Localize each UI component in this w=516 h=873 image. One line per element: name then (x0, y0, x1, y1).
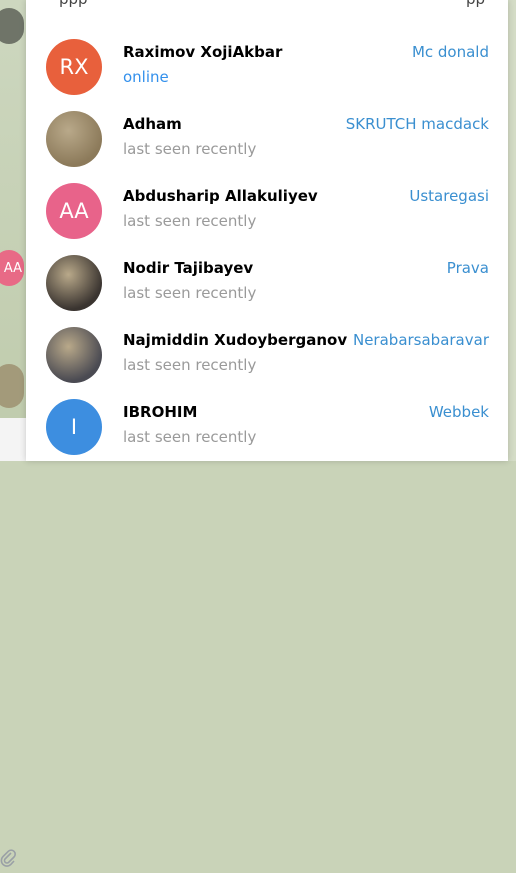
member-row[interactable]: AA Abdusharip Allakuliyev last seen recent… (26, 175, 508, 247)
header-fragment: ppp (59, 0, 88, 8)
member-status: last seen recently (123, 356, 257, 374)
member-row[interactable]: Adham last seen recently SKRUTCH macdack (26, 103, 508, 175)
member-name: Najmiddin Xudoyberganov (123, 331, 348, 349)
chat-background-edge (508, 0, 516, 461)
member-status: last seen recently (123, 140, 257, 158)
member-row[interactable]: RX Raximov XojiAkbar online Mc donald (26, 31, 508, 103)
member-title-label: SKRUTCH macdack (345, 115, 489, 133)
member-row[interactable]: Najmiddin Xudoyberganov last seen recentl… (26, 319, 508, 391)
member-title-label: Ustaregasi (409, 187, 489, 205)
member-name: Abdusharip Allakuliyev (123, 187, 318, 205)
member-title-label: Webbek (428, 403, 489, 421)
avatar[interactable]: I (46, 399, 102, 455)
message-input-bar[interactable] (0, 418, 26, 867)
member-name: Raximov XojiAkbar (123, 43, 283, 61)
panel-header-remnant: ppp pp (26, 0, 508, 14)
member-name: IBROHIM (123, 403, 198, 421)
header-fragment: pp (466, 0, 485, 8)
avatar-photo[interactable] (46, 255, 102, 311)
background-avatar (0, 364, 24, 408)
avatar[interactable]: AA (46, 183, 102, 239)
member-name: Nodir Tajibayev (123, 259, 254, 277)
paperclip-icon[interactable] (0, 848, 16, 868)
member-row[interactable]: I IBROHIM last seen recently Webbek (26, 391, 508, 463)
avatar[interactable]: RX (46, 39, 102, 95)
avatar-photo[interactable] (46, 327, 102, 383)
member-title-label: Nerabarsabaravar (352, 331, 489, 349)
member-row[interactable]: Nodir Tajibayev last seen recently Prava (26, 247, 508, 319)
avatar-photo[interactable] (46, 111, 102, 167)
member-status: last seen recently (123, 284, 257, 302)
background-avatar-initials: AA (0, 250, 24, 286)
member-name: Adham (123, 115, 182, 133)
members-panel: ppp pp RX Raximov XojiAkbar online Mc donal… (26, 0, 508, 461)
member-status: online (123, 68, 169, 86)
background-avatar (0, 8, 24, 44)
member-status: last seen recently (123, 212, 257, 230)
member-status: last seen recently (123, 428, 257, 446)
member-title-label: Prava (446, 259, 489, 277)
member-title-label: Mc donald (411, 43, 489, 61)
